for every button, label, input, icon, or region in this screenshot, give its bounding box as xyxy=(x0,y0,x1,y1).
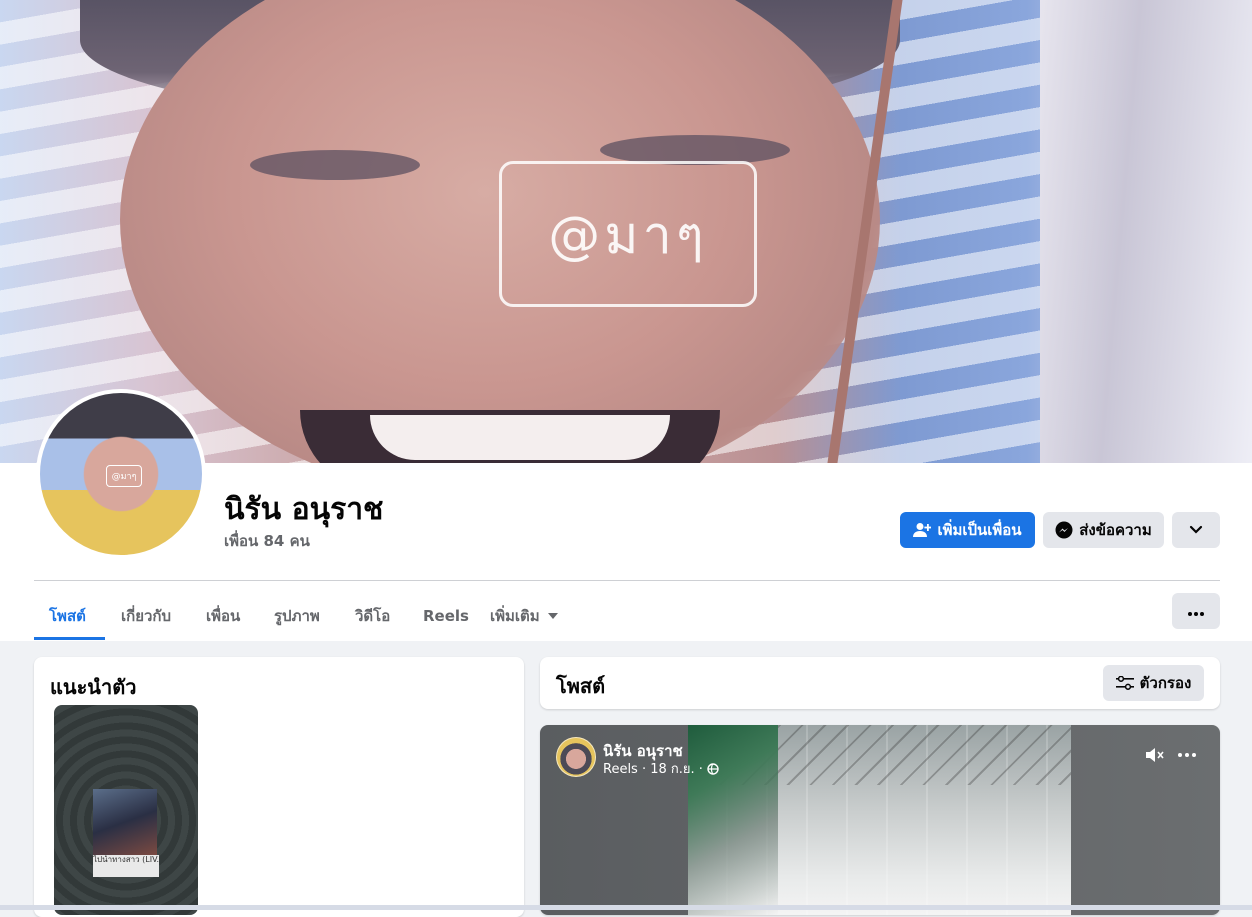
messenger-icon xyxy=(1055,521,1073,539)
cover-watermark: @มาๆ xyxy=(499,161,757,307)
more-horizontal-icon xyxy=(1188,602,1204,620)
tab-more-label: เพิ่มเติม xyxy=(490,607,540,625)
add-friend-icon xyxy=(913,522,932,538)
message-button[interactable]: ส่งข้อความ xyxy=(1043,512,1164,548)
reel-meta-text: Reels · 18 ก.ย. · xyxy=(603,762,703,777)
intro-title: แนะนำตัว xyxy=(50,675,137,699)
profile-name: นิรัน อนุราช xyxy=(224,492,384,527)
header-divider xyxy=(34,580,1220,581)
featured-caption: ไปนำทางสาว (LIV... xyxy=(93,855,159,877)
featured-media[interactable]: ไปนำทางสาว (LIV... xyxy=(54,705,198,915)
tab-friends[interactable]: เพื่อน xyxy=(206,592,240,640)
profile-options-button[interactable] xyxy=(1172,593,1220,629)
posts-header-card: โพสต์ ตัวกรอง xyxy=(540,657,1220,709)
reel-post[interactable]: นิรัน อนุราช Reels · 18 ก.ย. · xyxy=(540,725,1220,915)
avatar-watermark: @มาๆ xyxy=(106,465,142,487)
tab-videos[interactable]: วิดีโอ xyxy=(355,592,390,640)
reel-video[interactable] xyxy=(688,725,1071,915)
mute-icon[interactable] xyxy=(1143,743,1167,767)
tab-reels[interactable]: Reels xyxy=(423,592,469,640)
cover-photo[interactable]: @มาๆ xyxy=(0,0,1252,463)
filter-icon xyxy=(1115,676,1134,690)
tab-about[interactable]: เกี่ยวกับ xyxy=(121,592,171,640)
message-label: ส่งข้อความ xyxy=(1079,521,1152,539)
tab-more[interactable]: เพิ่มเติม xyxy=(490,592,558,640)
reel-more-icon[interactable] xyxy=(1175,743,1199,767)
reel-author-avatar[interactable] xyxy=(556,737,596,777)
filter-button[interactable]: ตัวกรอง xyxy=(1103,665,1204,701)
featured-thumbnail xyxy=(93,789,157,855)
friend-count[interactable]: เพื่อน 84 คน xyxy=(224,529,310,553)
reel-meta: Reels · 18 ก.ย. · xyxy=(603,758,719,779)
posts-title: โพสต์ xyxy=(556,674,606,698)
expand-button[interactable] xyxy=(1172,512,1220,548)
chevron-down-icon xyxy=(1189,521,1203,539)
active-tab-indicator xyxy=(34,637,105,640)
caret-down-icon xyxy=(547,613,558,619)
add-friend-button[interactable]: เพิ่มเป็นเพื่อน xyxy=(900,512,1035,548)
tab-posts[interactable]: โพสต์ xyxy=(49,592,86,640)
globe-icon xyxy=(707,762,719,775)
window-bottom-edge xyxy=(0,905,1252,910)
filter-label: ตัวกรอง xyxy=(1139,674,1192,692)
intro-card: แนะนำตัว ไปนำทางสาว (LIV... xyxy=(34,657,524,917)
add-friend-label: เพิ่มเป็นเพื่อน xyxy=(937,521,1022,539)
profile-avatar[interactable]: @มาๆ xyxy=(36,389,206,559)
tab-photos[interactable]: รูปภาพ xyxy=(274,592,320,640)
